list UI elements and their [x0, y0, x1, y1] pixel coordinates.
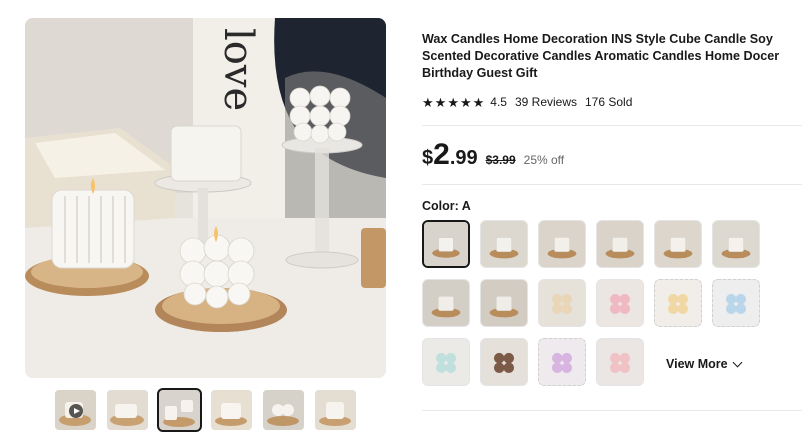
thumbnail-video[interactable] — [55, 390, 96, 430]
color-swatch-3[interactable] — [538, 220, 586, 268]
color-swatch-11[interactable] — [654, 279, 702, 327]
price-integer: 2 — [433, 138, 450, 171]
color-swatch-10[interactable] — [596, 279, 644, 327]
candle-on-wood-icon — [597, 221, 643, 267]
thumbnail-6[interactable] — [315, 390, 356, 430]
original-price: $3.99 — [485, 153, 516, 167]
color-swatch-7[interactable] — [422, 279, 470, 327]
product-title: Wax Candles Home Decoration INS Style Cu… — [422, 32, 780, 80]
chevron-down-icon — [732, 357, 743, 367]
star-icon: ★ — [459, 94, 472, 110]
thumbnail-4[interactable] — [211, 390, 252, 430]
color-swatch-8[interactable] — [480, 279, 528, 327]
color-swatch-6[interactable] — [712, 220, 760, 268]
thumbnail-5[interactable] — [263, 390, 304, 430]
bubble-candle-icon — [481, 339, 527, 385]
color-swatch-2[interactable] — [480, 220, 528, 268]
discount-badge: 25% off — [523, 153, 565, 167]
bubble-candle-icon — [423, 339, 469, 385]
candle-on-wood-icon — [655, 221, 701, 267]
color-swatch-14[interactable] — [480, 338, 528, 386]
rating-stars: ★ ★ ★ ★ ★ — [422, 96, 484, 109]
poster-text: love — [215, 28, 261, 111]
candle-on-wood-icon — [481, 221, 527, 267]
bubble-candle-icon — [713, 280, 759, 326]
color-swatch-5[interactable] — [654, 220, 702, 268]
candle-on-wood-icon — [713, 221, 759, 267]
color-label: Color: A — [422, 199, 471, 213]
sold-count: 176 Sold — [585, 95, 633, 109]
rating-row: ★ ★ ★ ★ ★ 4.5 39 Reviews 176 Sold — [422, 95, 632, 109]
price-decimal: .99 — [449, 147, 478, 169]
bubble-candle-icon — [539, 280, 585, 326]
candle-on-wood-icon — [424, 222, 468, 266]
color-swatch-13[interactable] — [422, 338, 470, 386]
bubble-candle-icon — [597, 280, 643, 326]
view-more-button[interactable]: View More — [666, 357, 743, 371]
color-swatch-1[interactable] — [422, 220, 470, 268]
play-icon — [69, 404, 83, 418]
candle-on-wood-icon — [481, 280, 527, 326]
color-swatch-16[interactable] — [596, 338, 644, 386]
color-swatch-12[interactable] — [712, 279, 760, 327]
star-icon: ★ — [447, 94, 459, 110]
price-currency: $ — [422, 147, 434, 169]
color-swatch-9[interactable] — [538, 279, 586, 327]
rating-value: 4.5 — [490, 95, 507, 109]
divider — [422, 410, 802, 411]
thumbnail-strip — [55, 388, 356, 432]
main-product-image[interactable]: love — [25, 18, 386, 378]
divider — [422, 125, 802, 126]
view-more-label: View More — [666, 357, 728, 371]
candle-on-wood-icon — [423, 280, 469, 326]
divider — [422, 184, 802, 185]
bubble-candle-icon — [655, 280, 701, 326]
bubble-candle-icon — [539, 339, 585, 385]
price-row: $ 2 .99 $3.99 25% off — [422, 140, 564, 170]
half-star-icon: ★ — [472, 94, 485, 110]
thumbnail-3[interactable] — [157, 388, 202, 432]
color-swatch-15[interactable] — [538, 338, 586, 386]
thumbnail-2[interactable] — [107, 390, 148, 430]
color-swatch-4[interactable] — [596, 220, 644, 268]
bubble-candle-icon — [597, 339, 643, 385]
star-icon: ★ — [422, 94, 434, 110]
star-icon: ★ — [434, 94, 447, 110]
candle-on-wood-icon — [539, 221, 585, 267]
reviews-link[interactable]: 39 Reviews — [515, 95, 577, 109]
